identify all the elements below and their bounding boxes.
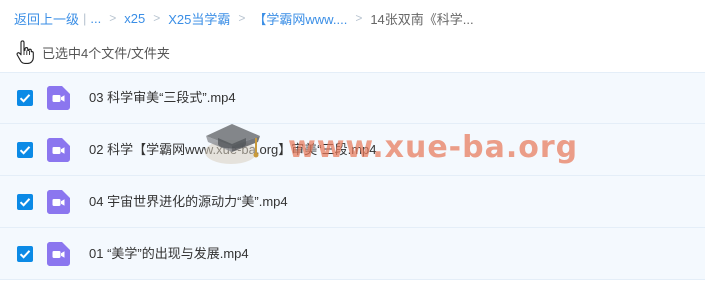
file-checkbox[interactable] [17,90,33,106]
video-file-icon [47,86,70,110]
file-checkbox[interactable] [17,245,33,262]
video-file-icon [47,189,70,214]
file-row[interactable]: 03 科学审美“三段式”.mp4 [0,72,705,124]
file-row[interactable]: 01 “美学”的出现与发展.mp4 [0,228,705,280]
selection-status-bar: 已选中4个文件/文件夹 [14,40,170,64]
file-name[interactable]: 01 “美学”的出现与发展.mp4 [89,245,249,263]
breadcrumb-arrow-icon: > [355,11,363,25]
breadcrumb-arrow-icon: > [109,11,117,25]
breadcrumb-current-folder: 14张双南《科学... [370,11,474,27]
breadcrumb-item-x25-xueba[interactable]: X25当学霸 [168,9,230,28]
breadcrumb-bar-separator: | [83,10,87,26]
file-name[interactable]: 02 科学【学霸网www.xue-ba.org】审美“三段.mp4 [89,141,377,159]
checkmark-icon [19,145,31,155]
back-up-one-level-link[interactable]: 返回上一级 [14,9,79,28]
breadcrumb-arrow-icon: > [153,11,161,25]
file-row[interactable]: 02 科学【学霸网www.xue-ba.org】审美“三段.mp4 [0,124,705,176]
checkmark-icon [19,197,31,207]
file-list: 03 科学审美“三段式”.mp4 02 科学【学霸网www.xue-ba.org… [0,72,705,280]
video-file-icon [47,241,70,266]
file-name[interactable]: 03 科学审美“三段式”.mp4 [89,89,236,107]
video-file-icon [47,137,70,162]
file-name[interactable]: 04 宇宙世界进化的源动力“美”.mp4 [89,193,288,211]
checkmark-icon [19,94,31,103]
file-manager-page: 返回上一级 | ... > x25 > X25当学霸 > 【学霸网www....… [0,0,705,294]
file-checkbox[interactable] [17,141,33,158]
breadcrumb-ellipsis-link[interactable]: ... [90,11,101,26]
file-checkbox[interactable] [17,193,33,210]
file-row[interactable]: 04 宇宙世界进化的源动力“美”.mp4 [0,176,705,228]
breadcrumb-arrow-icon: > [238,11,246,25]
breadcrumb: 返回上一级 | ... > x25 > X25当学霸 > 【学霸网www....… [14,9,474,27]
hand-pointer-icon [16,40,34,64]
selection-count-text: 已选中4个文件/文件夹 [42,45,170,61]
breadcrumb-item-x25[interactable]: x25 [124,11,145,26]
checkmark-icon [19,249,31,259]
breadcrumb-item-xueba-site[interactable]: 【学霸网www.... [253,9,347,28]
